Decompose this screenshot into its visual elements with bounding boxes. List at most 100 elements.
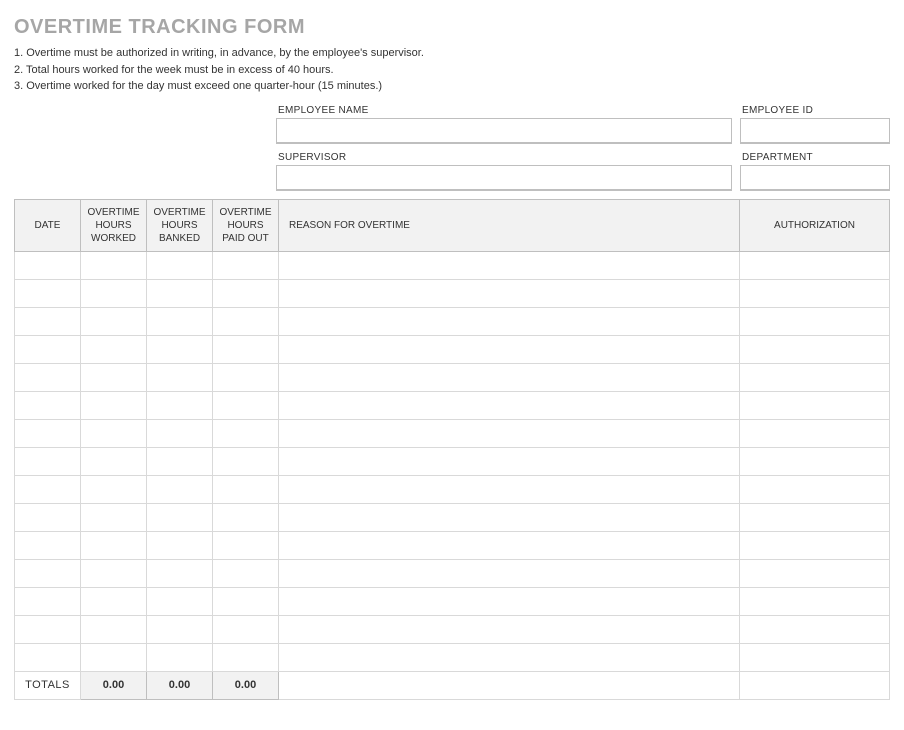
cell-worked[interactable] xyxy=(81,335,147,363)
cell-paid[interactable] xyxy=(213,587,279,615)
cell-paid[interactable] xyxy=(213,559,279,587)
table-row xyxy=(15,447,890,475)
cell-auth[interactable] xyxy=(740,419,890,447)
cell-paid[interactable] xyxy=(213,531,279,559)
cell-worked[interactable] xyxy=(81,419,147,447)
cell-paid[interactable] xyxy=(213,335,279,363)
cell-banked[interactable] xyxy=(147,307,213,335)
cell-auth[interactable] xyxy=(740,531,890,559)
cell-reason[interactable] xyxy=(279,391,740,419)
cell-date[interactable] xyxy=(15,503,81,531)
cell-auth[interactable] xyxy=(740,391,890,419)
cell-paid[interactable] xyxy=(213,279,279,307)
cell-auth[interactable] xyxy=(740,643,890,671)
cell-reason[interactable] xyxy=(279,643,740,671)
cell-date[interactable] xyxy=(15,363,81,391)
cell-worked[interactable] xyxy=(81,363,147,391)
cell-paid[interactable] xyxy=(213,475,279,503)
cell-banked[interactable] xyxy=(147,615,213,643)
cell-worked[interactable] xyxy=(81,251,147,279)
cell-auth[interactable] xyxy=(740,587,890,615)
cell-auth[interactable] xyxy=(740,447,890,475)
cell-banked[interactable] xyxy=(147,335,213,363)
cell-banked[interactable] xyxy=(147,475,213,503)
cell-auth[interactable] xyxy=(740,363,890,391)
cell-date[interactable] xyxy=(15,307,81,335)
cell-reason[interactable] xyxy=(279,531,740,559)
cell-banked[interactable] xyxy=(147,587,213,615)
cell-worked[interactable] xyxy=(81,279,147,307)
cell-reason[interactable] xyxy=(279,419,740,447)
cell-reason[interactable] xyxy=(279,363,740,391)
cell-paid[interactable] xyxy=(213,503,279,531)
cell-auth[interactable] xyxy=(740,615,890,643)
cell-banked[interactable] xyxy=(147,503,213,531)
cell-banked[interactable] xyxy=(147,643,213,671)
employee-name-field[interactable] xyxy=(276,118,732,144)
cell-date[interactable] xyxy=(15,419,81,447)
cell-reason[interactable] xyxy=(279,251,740,279)
cell-worked[interactable] xyxy=(81,643,147,671)
cell-date[interactable] xyxy=(15,335,81,363)
cell-worked[interactable] xyxy=(81,587,147,615)
cell-reason[interactable] xyxy=(279,447,740,475)
department-field[interactable] xyxy=(740,165,890,191)
table-row xyxy=(15,335,890,363)
cell-auth[interactable] xyxy=(740,307,890,335)
cell-auth[interactable] xyxy=(740,559,890,587)
cell-reason[interactable] xyxy=(279,503,740,531)
cell-paid[interactable] xyxy=(213,251,279,279)
rules-block: 1. Overtime must be authorized in writin… xyxy=(14,45,894,95)
cell-date[interactable] xyxy=(15,559,81,587)
cell-reason[interactable] xyxy=(279,335,740,363)
cell-date[interactable] xyxy=(15,531,81,559)
cell-auth[interactable] xyxy=(740,335,890,363)
cell-auth[interactable] xyxy=(740,251,890,279)
cell-paid[interactable] xyxy=(213,615,279,643)
cell-paid[interactable] xyxy=(213,307,279,335)
cell-date[interactable] xyxy=(15,447,81,475)
department-label: DEPARTMENT xyxy=(740,152,890,165)
cell-worked[interactable] xyxy=(81,391,147,419)
cell-paid[interactable] xyxy=(213,363,279,391)
cell-worked[interactable] xyxy=(81,615,147,643)
cell-date[interactable] xyxy=(15,615,81,643)
cell-banked[interactable] xyxy=(147,363,213,391)
cell-banked[interactable] xyxy=(147,251,213,279)
cell-paid[interactable] xyxy=(213,643,279,671)
cell-paid[interactable] xyxy=(213,447,279,475)
cell-date[interactable] xyxy=(15,391,81,419)
table-row xyxy=(15,363,890,391)
cell-reason[interactable] xyxy=(279,615,740,643)
cell-date[interactable] xyxy=(15,475,81,503)
cell-date[interactable] xyxy=(15,251,81,279)
cell-paid[interactable] xyxy=(213,391,279,419)
cell-worked[interactable] xyxy=(81,447,147,475)
cell-banked[interactable] xyxy=(147,531,213,559)
cell-date[interactable] xyxy=(15,587,81,615)
cell-reason[interactable] xyxy=(279,307,740,335)
cell-banked[interactable] xyxy=(147,447,213,475)
cell-worked[interactable] xyxy=(81,475,147,503)
cell-paid[interactable] xyxy=(213,419,279,447)
cell-reason[interactable] xyxy=(279,279,740,307)
cell-banked[interactable] xyxy=(147,391,213,419)
cell-auth[interactable] xyxy=(740,475,890,503)
supervisor-field[interactable] xyxy=(276,165,732,191)
cell-date[interactable] xyxy=(15,279,81,307)
cell-auth[interactable] xyxy=(740,503,890,531)
cell-worked[interactable] xyxy=(81,503,147,531)
cell-reason[interactable] xyxy=(279,475,740,503)
cell-worked[interactable] xyxy=(81,559,147,587)
cell-worked[interactable] xyxy=(81,531,147,559)
employee-id-field[interactable] xyxy=(740,118,890,144)
cell-date[interactable] xyxy=(15,643,81,671)
cell-worked[interactable] xyxy=(81,307,147,335)
cell-auth[interactable] xyxy=(740,279,890,307)
cell-banked[interactable] xyxy=(147,279,213,307)
cell-reason[interactable] xyxy=(279,587,740,615)
cell-banked[interactable] xyxy=(147,559,213,587)
totals-banked: 0.00 xyxy=(147,671,213,699)
cell-reason[interactable] xyxy=(279,559,740,587)
cell-banked[interactable] xyxy=(147,419,213,447)
